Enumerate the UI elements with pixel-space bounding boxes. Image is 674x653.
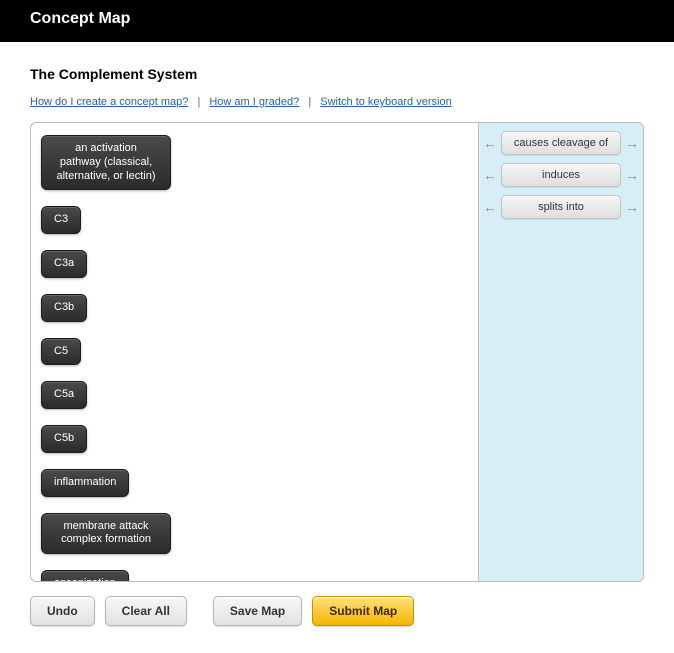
- connector-splits-into[interactable]: splits into: [501, 195, 621, 219]
- node-c3b[interactable]: C3b: [41, 294, 87, 322]
- arrow-left-icon: ←: [483, 199, 497, 215]
- concept-map-canvas: an activation pathway (classical, altern…: [30, 122, 644, 582]
- action-button-row: Undo Clear All Save Map Submit Map: [30, 596, 644, 626]
- node-membrane-attack-complex[interactable]: membrane attack complex formation: [41, 513, 171, 555]
- main-content: The Complement System How do I create a …: [0, 42, 674, 646]
- clear-all-button[interactable]: Clear All: [105, 596, 187, 626]
- node-c5a[interactable]: C5a: [41, 381, 87, 409]
- connector-row: ← induces →: [483, 163, 639, 187]
- node-c3[interactable]: C3: [41, 206, 81, 234]
- undo-button[interactable]: Undo: [30, 596, 95, 626]
- arrow-right-icon: →: [625, 199, 639, 215]
- connector-palette: ← causes cleavage of → ← induces → ← spl…: [478, 123, 643, 581]
- link-keyboard-version[interactable]: Switch to keyboard version: [320, 96, 451, 108]
- node-activation-pathway[interactable]: an activation pathway (classical, altern…: [41, 135, 171, 190]
- help-links: How do I create a concept map? | How am …: [30, 96, 644, 108]
- arrow-left-icon: ←: [483, 167, 497, 183]
- link-create-map[interactable]: How do I create a concept map?: [30, 96, 188, 108]
- save-map-button[interactable]: Save Map: [213, 596, 302, 626]
- submit-map-button[interactable]: Submit Map: [312, 596, 414, 626]
- page-title: The Complement System: [30, 66, 644, 82]
- connector-induces[interactable]: induces: [501, 163, 621, 187]
- app-header: Concept Map: [0, 0, 674, 42]
- link-how-graded[interactable]: How am I graded?: [209, 96, 299, 108]
- node-opsonization[interactable]: opsonization: [41, 570, 129, 581]
- node-c5b[interactable]: C5b: [41, 425, 87, 453]
- connector-row: ← splits into →: [483, 195, 639, 219]
- canvas-main-area[interactable]: an activation pathway (classical, altern…: [31, 123, 478, 581]
- arrow-left-icon: ←: [483, 135, 497, 151]
- arrow-right-icon: →: [625, 135, 639, 151]
- separator: |: [308, 96, 311, 108]
- arrow-right-icon: →: [625, 167, 639, 183]
- app-title: Concept Map: [30, 10, 644, 28]
- connector-row: ← causes cleavage of →: [483, 131, 639, 155]
- node-inflammation[interactable]: inflammation: [41, 469, 129, 497]
- node-c5[interactable]: C5: [41, 338, 81, 366]
- separator: |: [197, 96, 200, 108]
- connector-causes-cleavage-of[interactable]: causes cleavage of: [501, 131, 621, 155]
- node-c3a[interactable]: C3a: [41, 250, 87, 278]
